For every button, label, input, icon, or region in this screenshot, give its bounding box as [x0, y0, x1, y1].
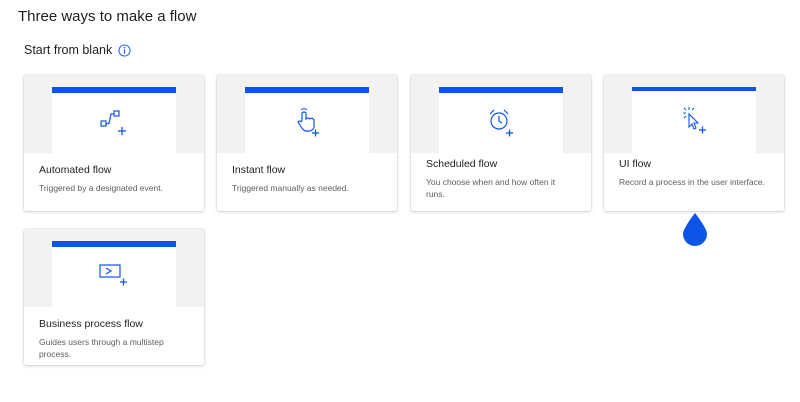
card-description: Triggered manually as needed.: [232, 183, 349, 193]
card-preview-area: [217, 75, 397, 153]
scheduled-flow-icon: [489, 109, 513, 137]
card-description: Guides users through a multistep process…: [39, 337, 164, 359]
card-business-process-flow[interactable]: Business process flow Guides users throu…: [24, 229, 204, 365]
business-process-flow-icon: [99, 264, 127, 286]
card-preview-area: [24, 75, 204, 153]
card-ui-flow[interactable]: UI flow Record a process in the user int…: [604, 75, 784, 211]
card-preview: [632, 87, 756, 153]
card-title: UI flow: [619, 158, 652, 170]
page-title: Three ways to make a flow: [18, 8, 197, 25]
ui-flow-icon: [683, 107, 706, 134]
section-label: Start from blank: [24, 43, 113, 57]
section-header: Start from blank: [24, 43, 131, 57]
card-title: Scheduled flow: [426, 158, 498, 170]
info-icon[interactable]: [118, 43, 131, 57]
card-preview: [52, 87, 176, 153]
card-description: Triggered by a designated event.: [39, 183, 163, 193]
card-title: Business process flow: [39, 318, 143, 330]
card-title: Automated flow: [39, 164, 112, 176]
instant-flow-icon: [297, 108, 319, 137]
cursor-drop-marker: [683, 213, 707, 246]
automated-flow-icon: [100, 110, 126, 135]
card-title: Instant flow: [232, 164, 286, 176]
card-preview: [439, 87, 563, 153]
card-preview: [52, 241, 176, 307]
card-scheduled-flow[interactable]: Scheduled flow You choose when and how o…: [411, 75, 591, 211]
card-preview-area: [24, 229, 204, 307]
card-automated-flow[interactable]: Automated flow Triggered by a designated…: [24, 75, 204, 211]
card-preview-area: [604, 75, 784, 153]
card-description: Record a process in the user interface.: [619, 177, 765, 187]
card-preview: [245, 87, 369, 153]
card-preview-area: [411, 75, 591, 153]
card-instant-flow[interactable]: Instant flow Triggered manually as neede…: [217, 75, 397, 211]
card-description: You choose when and how often it runs.: [426, 177, 556, 199]
